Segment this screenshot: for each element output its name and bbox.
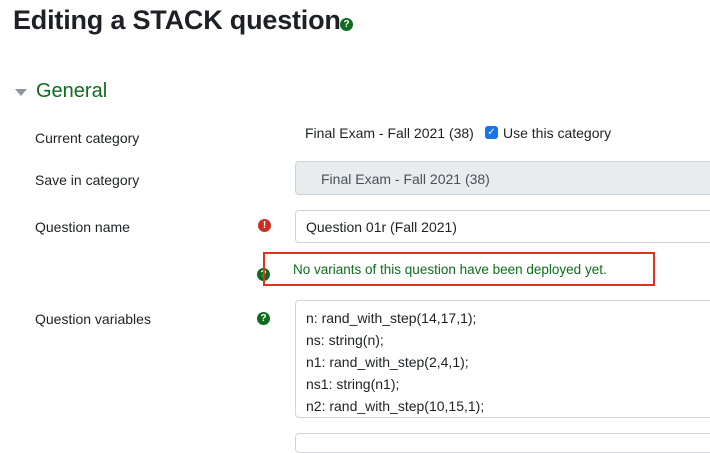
checkmark-icon: ✓: [487, 127, 496, 138]
code-line: n: rand_with_step(14,17,1);: [306, 310, 477, 326]
save-in-category-value: Final Exam - Fall 2021 (38): [321, 171, 490, 187]
save-in-category-label: Save in category: [35, 172, 140, 188]
question-name-input[interactable]: Question 01r (Fall 2021): [295, 210, 710, 243]
caret-down-icon: [15, 89, 27, 96]
use-this-category-checkbox[interactable]: ✓: [485, 126, 498, 139]
next-field-input[interactable]: [295, 433, 710, 453]
current-category-value: Final Exam - Fall 2021 (38): [305, 125, 474, 141]
question-variables-textarea[interactable]: n: rand_with_step(14,17,1); ns: string(n…: [295, 300, 710, 418]
deployment-notice: No variants of this question have been d…: [293, 262, 607, 277]
help-icon[interactable]: ?: [340, 18, 353, 31]
code-line: ns: string(n);: [306, 332, 384, 348]
save-in-category-select: Final Exam - Fall 2021 (38): [295, 161, 710, 195]
code-line: n2: rand_with_step(10,15,1);: [306, 398, 485, 414]
code-line: ns1: string(n1);: [306, 376, 400, 392]
use-this-category-label[interactable]: Use this category: [503, 125, 611, 141]
page-title: Editing a STACK question: [13, 5, 341, 35]
question-name-value: Question 01r (Fall 2021): [306, 219, 457, 235]
section-toggle-general[interactable]: General: [15, 80, 107, 103]
current-category-label: Current category: [35, 130, 140, 146]
required-icon: !: [258, 219, 271, 232]
question-variables-label: Question variables: [35, 311, 151, 327]
code-line: n1: rand_with_step(2,4,1);: [306, 354, 469, 370]
section-title: General: [36, 80, 108, 102]
help-icon[interactable]: ?: [257, 312, 270, 325]
question-name-label: Question name: [35, 219, 130, 235]
